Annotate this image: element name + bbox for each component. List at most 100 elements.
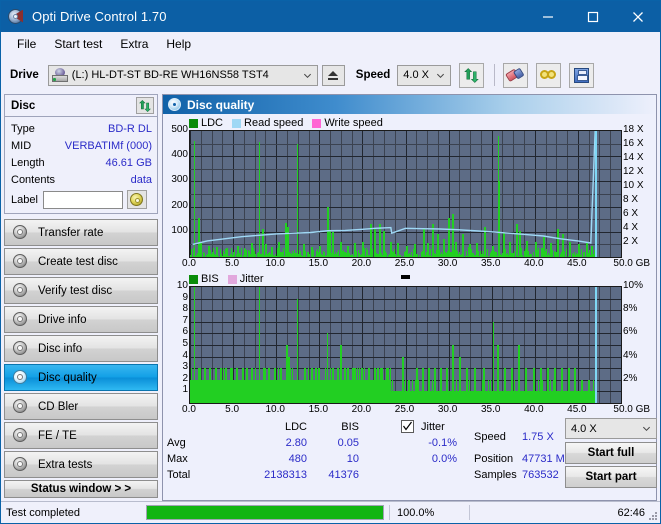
data-peak xyxy=(332,368,334,403)
data-spike xyxy=(443,391,444,403)
disc-label-button[interactable] xyxy=(126,190,147,209)
data-peak xyxy=(428,368,430,403)
refresh-button[interactable] xyxy=(459,62,485,88)
bis-chart: BIS Jitter 1 2 3 4 5 6 7 8 9 10 2% 4% 6% 8% 10% 0.0 5 xyxy=(167,272,652,418)
clear-button[interactable] xyxy=(503,62,529,88)
data-spike xyxy=(207,379,208,403)
data-spike xyxy=(529,391,530,403)
start-full-button[interactable]: Start full xyxy=(565,442,657,464)
checkmark-icon xyxy=(403,421,412,431)
data-spike xyxy=(272,379,273,403)
menu-help[interactable]: Help xyxy=(157,34,200,54)
maximize-icon[interactable] xyxy=(570,1,615,32)
disc-row-length: Length 46.61 GB xyxy=(11,154,152,171)
ldc-plot-area[interactable] xyxy=(189,130,622,258)
data-spike xyxy=(489,391,490,403)
gridline-horizontal xyxy=(190,322,621,323)
sidebar-item-disc-info[interactable]: Disc info xyxy=(4,335,158,362)
jitter-checkbox[interactable] xyxy=(401,420,414,433)
data-peak xyxy=(199,368,201,403)
nav-list: Transfer rate Create test disc Verify te… xyxy=(4,219,158,480)
data-spike xyxy=(472,391,473,403)
data-peak xyxy=(568,368,570,403)
data-peak xyxy=(347,368,349,403)
x-tick-label: 40.0 xyxy=(524,258,544,269)
sidebar-item-disc-quality[interactable]: Disc quality xyxy=(4,364,158,391)
data-spike xyxy=(357,368,358,403)
options-button[interactable] xyxy=(536,62,562,88)
start-part-button[interactable]: Start part xyxy=(565,466,657,488)
data-spike xyxy=(501,391,502,403)
toolbar-divider xyxy=(494,64,496,86)
eraser-icon xyxy=(505,65,526,84)
disc-label-input[interactable] xyxy=(42,190,123,209)
legend-label-ldc: LDC xyxy=(201,117,224,129)
close-icon[interactable] xyxy=(615,1,660,32)
data-spike xyxy=(470,391,471,403)
sidebar-item-verify-test-disc[interactable]: Verify test disc xyxy=(4,277,158,304)
data-spike xyxy=(464,391,465,403)
data-peak xyxy=(194,287,195,403)
data-peak xyxy=(361,368,363,403)
test-speed-select[interactable]: 4.0 X xyxy=(565,418,657,439)
stats-total-bis: 41376 xyxy=(328,469,359,481)
data-peak xyxy=(297,298,298,403)
sidebar-item-extra-tests[interactable]: Extra tests xyxy=(4,451,158,478)
disc-refresh-button[interactable] xyxy=(136,97,154,114)
menu-extra[interactable]: Extra xyxy=(111,34,157,54)
data-spike xyxy=(385,379,386,403)
main-panel-header: Disc quality xyxy=(163,95,656,114)
y-tick-label-right: 2% xyxy=(623,372,638,384)
data-spike xyxy=(522,391,523,403)
disc-type-value: BD-R DL xyxy=(107,122,152,135)
data-peak xyxy=(236,368,238,403)
sidebar-item-transfer-rate[interactable]: Transfer rate xyxy=(4,219,158,246)
sidebar-item-drive-info[interactable]: Drive info xyxy=(4,306,158,333)
data-spike xyxy=(295,379,296,403)
data-spike xyxy=(322,379,323,403)
data-spike xyxy=(390,379,391,403)
resize-grip[interactable] xyxy=(648,511,658,521)
menu-file[interactable]: File xyxy=(8,34,45,54)
sidebar-item-cd-bler[interactable]: CD Bler xyxy=(4,393,158,420)
data-spike xyxy=(228,379,229,403)
legend-entry-ldc: LDC xyxy=(189,117,223,129)
bis-plot-area[interactable] xyxy=(189,286,622,404)
y-tick-label-right: 12 X xyxy=(623,166,644,177)
data-spike xyxy=(365,379,366,403)
legend-swatch-read-speed xyxy=(232,118,242,128)
y-tick-label-left: 100 xyxy=(171,224,188,236)
data-peak xyxy=(440,368,442,403)
legend-label-bis: BIS xyxy=(201,273,219,285)
save-button[interactable] xyxy=(569,62,595,88)
data-peak xyxy=(381,368,383,403)
sidebar-item-create-test-disc[interactable]: Create test disc xyxy=(4,248,158,275)
legend-entry-write-speed: Write speed xyxy=(312,117,383,129)
sidebar-item-fe-te[interactable]: FE / TE xyxy=(4,422,158,449)
data-spike xyxy=(437,391,438,403)
drive-label: Drive xyxy=(10,69,39,81)
menu-start-test[interactable]: Start test xyxy=(45,34,111,54)
y-tick-label-left: 7 xyxy=(182,314,188,326)
speed-stat-label: Speed xyxy=(474,431,506,443)
app-disc-icon xyxy=(7,8,25,26)
y-tick-label-right: 4 X xyxy=(623,222,639,233)
x-tick-label: 30.0 xyxy=(437,258,458,269)
data-peak xyxy=(547,368,549,403)
data-spike xyxy=(301,379,302,403)
disc-icon xyxy=(13,254,28,269)
y-tick-label-right: 10 X xyxy=(623,180,644,191)
y-tick-label-right: 14 X xyxy=(623,152,644,163)
status-window-button[interactable]: Status window > > xyxy=(4,480,158,498)
disc-quality-icon xyxy=(168,98,181,111)
speed-select[interactable]: 4.0 X xyxy=(397,64,452,86)
y-tick-label-left: 500 xyxy=(171,124,188,135)
eject-button[interactable] xyxy=(321,64,345,86)
data-peak xyxy=(416,368,418,403)
drive-select[interactable]: (L:) HL-DT-ST BD-RE WH16NS58 TST4 xyxy=(47,64,318,86)
data-peak xyxy=(374,368,376,403)
minimize-icon[interactable] xyxy=(525,1,570,32)
data-peak xyxy=(259,287,260,403)
disc-length-value: 46.61 GB xyxy=(105,156,152,169)
data-spike xyxy=(491,391,492,403)
